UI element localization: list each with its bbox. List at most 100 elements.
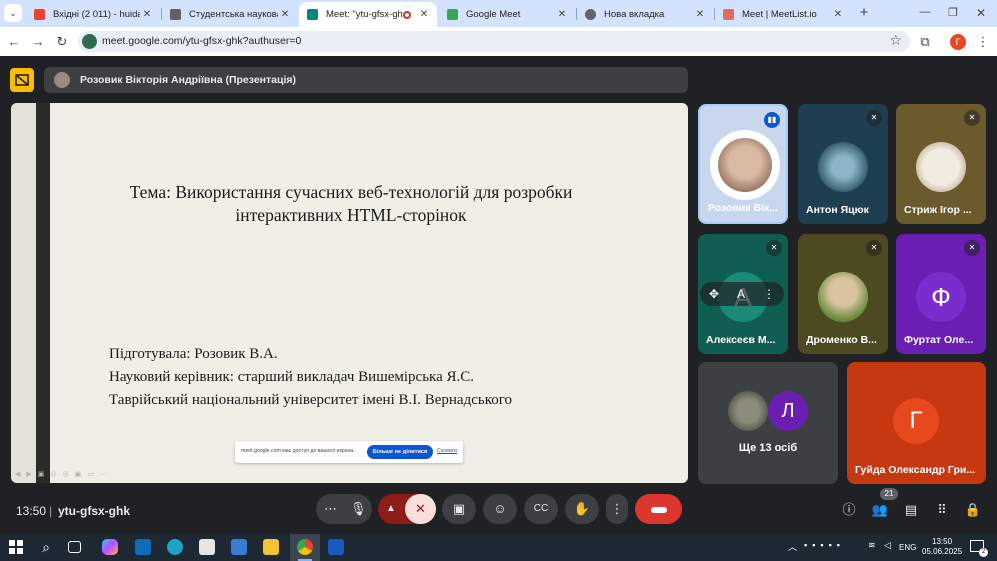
- participant-tile[interactable]: ✕ Антон Яцюк: [798, 104, 888, 224]
- raise-hand-button[interactable]: ✋: [565, 494, 599, 524]
- file-explorer-icon[interactable]: [263, 539, 279, 555]
- camera-off-icon: ✕: [405, 494, 436, 524]
- minimize-button[interactable]: —: [916, 3, 934, 21]
- slide-title: Тема: Використання сучасних веб-технолог…: [129, 182, 573, 225]
- presentation-header: Розовик Вікторія Андріївна (Презентація): [44, 67, 688, 93]
- document-icon: [170, 8, 181, 20]
- slide-advisor: Науковий керівник: старший викладач Више…: [109, 369, 475, 385]
- tab-conference[interactable]: Студентська наукова конф ✕: [162, 3, 298, 25]
- meeting-clock: 13:50: [16, 504, 47, 518]
- avatar-letter: Г: [893, 398, 939, 444]
- more-participants-tile[interactable]: Л Ще 13 осіб: [698, 362, 838, 484]
- meeting-info-icon[interactable]: ⓘ: [840, 501, 858, 519]
- presentation-slide: Тема: Використання сучасних веб-технолог…: [11, 103, 688, 483]
- people-icon[interactable]: 👥: [871, 501, 889, 519]
- share-message: meet.google.com має доступ до вашого екр…: [241, 448, 355, 454]
- participant-tile[interactable]: Г Гуйда Олександр Гри...: [847, 362, 986, 484]
- avatar-photo: [728, 391, 768, 431]
- mic-toggle-button[interactable]: ⋯ 🎙: [316, 494, 372, 524]
- more-options-icon[interactable]: ⋯: [324, 494, 337, 524]
- wifi-icon[interactable]: ≋: [868, 540, 876, 551]
- participant-tile[interactable]: ✕ Стриж Ігор ...: [896, 104, 986, 224]
- address-bar[interactable]: meet.google.com/ytu-gfsx-ghk?authuser=0 …: [78, 31, 910, 52]
- activities-icon[interactable]: ⠿: [933, 501, 951, 519]
- more-options-icon[interactable]: ⋮: [763, 282, 775, 306]
- avatar-photo: [718, 138, 772, 192]
- browser-toolbar: ← → ↻ meet.google.com/ytu-gfsx-ghk?authu…: [0, 27, 997, 56]
- menu-kebab-icon[interactable]: ⋮: [974, 33, 992, 51]
- hide-banner-link[interactable]: Сховати: [437, 448, 457, 454]
- slide-author: Підготувала: Розовик В.А.: [109, 346, 278, 362]
- tab-google-meet[interactable]: Google Meet ✕: [439, 3, 575, 25]
- close-icon[interactable]: ✕: [831, 9, 845, 20]
- tab-label: Студентська наукова конф: [189, 8, 278, 20]
- participant-tile[interactable]: ✕ Дроменко В...: [798, 234, 888, 354]
- close-icon[interactable]: ✕: [417, 9, 431, 20]
- tab-label: Google Meet: [466, 8, 521, 20]
- outlook-icon[interactable]: [135, 539, 151, 555]
- url-text[interactable]: meet.google.com/ytu-gfsx-ghk?authuser=0: [102, 35, 301, 47]
- extensions-icon[interactable]: ⧉: [916, 33, 934, 51]
- windows-start-icon[interactable]: [8, 539, 24, 555]
- pin-icon[interactable]: ✥: [709, 282, 719, 306]
- reactions-button[interactable]: ☺: [483, 494, 517, 524]
- captions-button[interactable]: CC: [524, 494, 558, 524]
- meet-control-bar: 13:50 | ytu-gfsx-ghk ⋯ 🎙 ▲ ✕ ▣ ☺ CC ✋ ⋮ …: [0, 488, 997, 534]
- tray-clock[interactable]: 13:50 05.06.2025: [922, 537, 962, 557]
- present-screen-button[interactable]: ▣: [442, 494, 476, 524]
- app-icon[interactable]: [231, 539, 247, 555]
- tray-icons[interactable]: ▪▪▪▪▪: [804, 540, 845, 550]
- host-controls-icon[interactable]: 🔒: [964, 501, 982, 519]
- store-icon[interactable]: [199, 539, 215, 555]
- more-options-button[interactable]: ⋮: [606, 494, 628, 524]
- camera-toggle-button[interactable]: ▲ ✕: [378, 494, 436, 524]
- chat-icon[interactable]: ▤: [902, 501, 920, 519]
- participant-tile[interactable]: ▮▮ Розовик Вік...: [698, 104, 788, 224]
- mic-off-icon: ✕: [964, 110, 980, 126]
- restore-button[interactable]: ❐: [944, 4, 962, 22]
- participant-tile[interactable]: А ✥A⋮ ✕ Алексеєв М...: [698, 234, 788, 354]
- close-icon[interactable]: ✕: [693, 9, 707, 20]
- search-icon[interactable]: ⌕: [38, 539, 54, 555]
- task-view-icon[interactable]: [68, 541, 81, 553]
- tab-meetlist[interactable]: Meet | MeetList.io ✕: [715, 3, 851, 25]
- edge-icon[interactable]: [167, 539, 183, 555]
- volume-icon[interactable]: ◁: [884, 540, 891, 551]
- profile-avatar[interactable]: Г: [950, 34, 966, 50]
- new-tab-button[interactable]: +: [855, 4, 873, 22]
- close-icon[interactable]: ✕: [278, 9, 292, 20]
- copilot-icon[interactable]: [102, 539, 118, 555]
- avatar-letter: Л: [768, 391, 808, 431]
- meetlist-icon: [723, 8, 734, 20]
- forward-button[interactable]: →: [29, 33, 47, 51]
- word-icon[interactable]: [328, 539, 344, 555]
- gmail-icon: [34, 8, 45, 20]
- close-icon[interactable]: ✕: [555, 9, 569, 20]
- chevron-up-icon[interactable]: ▲: [386, 494, 396, 524]
- avatar-photo: [818, 272, 868, 322]
- caption-icon[interactable]: A: [737, 282, 745, 306]
- stop-sharing-button[interactable]: Більше не ділитися: [367, 445, 433, 459]
- slide-controls[interactable]: ◀▶▣◎◎▣▭⋯: [15, 470, 155, 480]
- participant-name: Гуйда Олександр Гри...: [855, 464, 976, 476]
- mic-off-icon: ✕: [766, 240, 782, 256]
- close-icon[interactable]: ✕: [140, 9, 154, 20]
- back-button[interactable]: ←: [5, 33, 23, 51]
- tab-gmail[interactable]: Вхідні (2 011) - huida.olei ✕: [26, 3, 160, 25]
- google-meet-icon: [447, 8, 458, 20]
- people-count-badge: 21: [880, 488, 898, 500]
- leave-call-button[interactable]: [635, 494, 682, 524]
- tab-search-button[interactable]: ⌄: [4, 4, 22, 22]
- reload-button[interactable]: ↻: [53, 33, 71, 51]
- participant-name: Стриж Ігор ...: [904, 204, 972, 216]
- participant-tile[interactable]: Ф ✕ Фуртат Оле...: [896, 234, 986, 354]
- language-indicator[interactable]: ENG: [899, 543, 916, 552]
- bookmark-star-icon[interactable]: ☆: [889, 32, 902, 49]
- close-window-button[interactable]: ✕: [972, 4, 990, 22]
- meet-logo-icon[interactable]: [10, 68, 34, 92]
- taskbar-chrome-active[interactable]: [290, 534, 320, 561]
- tab-meet-active[interactable]: Meet: "ytu-gfsx-ghk" ✕: [299, 2, 437, 27]
- site-info-icon[interactable]: [82, 34, 97, 49]
- tab-new-tab[interactable]: Нова вкладка ✕: [577, 3, 713, 25]
- tray-overflow-icon[interactable]: ︿: [788, 540, 797, 553]
